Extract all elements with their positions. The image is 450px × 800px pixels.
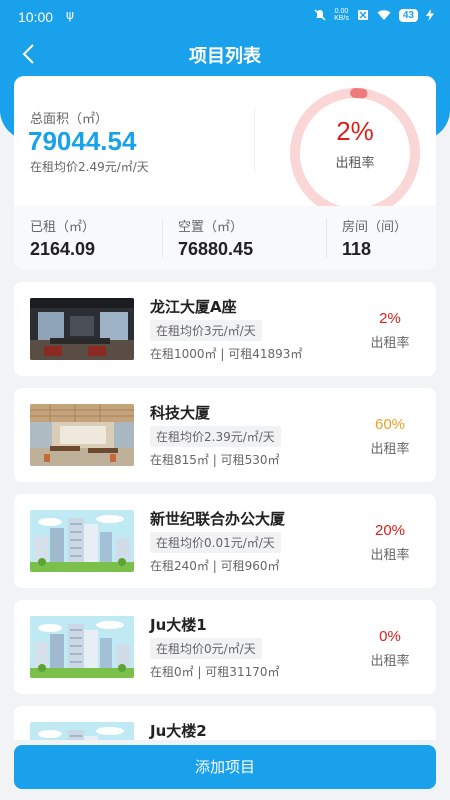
divider (162, 218, 163, 258)
project-card[interactable]: 新世纪联合办公大厦 在租均价0.01元/㎡/天在租240㎡ | 可租960㎡ 20%… (14, 494, 436, 588)
project-price-tag: 在租均价3元/㎡/天 (150, 320, 262, 341)
stat-value: 76880.45 (178, 239, 254, 259)
project-occupancy-percent: 60% (374, 416, 406, 433)
average-price: 在租均价2.49元/㎡/天 (30, 160, 149, 174)
add-project-button[interactable]: 添加项目 (14, 745, 436, 789)
project-price-tag: 在租均价0.01元/㎡/天 (150, 532, 281, 553)
sim-icon (357, 10, 368, 20)
status-icons: 0.00 KB/s 43 (314, 8, 434, 22)
project-area-detail: 在租240㎡ | 可租960㎡ (150, 559, 280, 573)
project-thumbnail (30, 404, 134, 466)
divider (326, 218, 327, 258)
stat-vacant: 空置（㎡） 76880.45 (178, 216, 253, 260)
project-area-detail: 在租815㎡ | 可租530㎡ (150, 453, 280, 467)
title-bar: 项目列表 (0, 34, 450, 74)
project-thumbnail (30, 722, 134, 740)
project-occupancy-percent: 2% (379, 310, 401, 327)
project-name: Ju大楼1 (150, 616, 207, 634)
wifi-icon (377, 10, 391, 20)
total-area-label: 总面积（㎡） (30, 112, 109, 127)
project-card[interactable]: Ju大楼1 在租均价0元/㎡/天在租0㎡ | 可租31170㎡ 0% 出租率 (14, 600, 436, 694)
occupancy-percent: 2% (336, 116, 374, 146)
project-name: 龙江大厦A座 (150, 298, 237, 316)
stat-value: 2164.09 (30, 239, 96, 259)
total-area-value: 79044.54 (28, 126, 137, 156)
project-card[interactable]: 龙江大厦A座在租均价3元/㎡/天在租1000㎡ | 可租41893㎡ 2% 出租率 (14, 282, 436, 376)
project-card[interactable]: 科技大厦在租均价2.39元/㎡/天在租815㎡ | 可租530㎡ 60% 出租率 (14, 388, 436, 482)
project-name: 科技大厦 (150, 404, 211, 422)
usb-icon: ψ (66, 8, 74, 22)
page-title: 项目列表 (189, 46, 261, 67)
project-thumbnail (30, 616, 134, 678)
stat-label: 空置（㎡） (178, 220, 244, 235)
project-occupancy-percent: 0% (379, 628, 401, 645)
network-speed: 0.00 KB/s (334, 8, 349, 22)
stats-row: 已租（㎡） 2164.09 空置（㎡） 76880.45 房间（间） 118 (14, 206, 436, 270)
stat-label: 已租（㎡） (30, 220, 96, 235)
status-time: 10:00 (18, 9, 54, 25)
project-name: 新世纪联合办公大厦 (150, 510, 286, 528)
project-area-detail: 在租0㎡ | 可租31170㎡ (150, 665, 280, 679)
stat-value: 118 (342, 239, 372, 259)
project-area-detail: 在租1000㎡ | 可租41893㎡ (150, 347, 303, 361)
project-card[interactable]: Ju大楼2 (14, 706, 436, 740)
occupancy-label: 出租率 (335, 156, 375, 171)
project-name: Ju大楼2 (150, 722, 207, 740)
project-occupancy-label: 出租率 (370, 548, 410, 563)
project-price-tag: 在租均价2.39元/㎡/天 (150, 426, 281, 447)
charging-icon (426, 9, 434, 21)
project-occupancy-label: 出租率 (370, 654, 410, 669)
project-list[interactable]: 龙江大厦A座 在租均价3元/㎡/天 在租1000㎡ | 可租41893㎡ 2% 出租率科… (14, 282, 436, 740)
project-occupancy-label: 出租率 (370, 336, 410, 351)
mute-icon (314, 9, 326, 21)
project-occupancy-label: 出租率 (370, 442, 410, 457)
battery-indicator: 43 (398, 8, 418, 22)
project-thumbnail (30, 298, 134, 360)
divider (254, 108, 255, 172)
status-bar: 10:00 ψ 0.00 KB/s 43 (0, 0, 450, 34)
summary-card: 总面积（㎡） 79044.54 在租均价2.49元/㎡/天 2% 出租率 已租（… (14, 76, 436, 270)
stat-label: 房间（间） (342, 220, 408, 235)
project-price-tag: 在租均价0元/㎡/天 (150, 638, 262, 659)
stat-rooms: 房间（间） 118 (342, 216, 407, 260)
project-occupancy-percent: 20% (374, 522, 406, 539)
stat-rented: 已租（㎡） 2164.09 (30, 216, 95, 260)
project-thumbnail (30, 510, 134, 572)
